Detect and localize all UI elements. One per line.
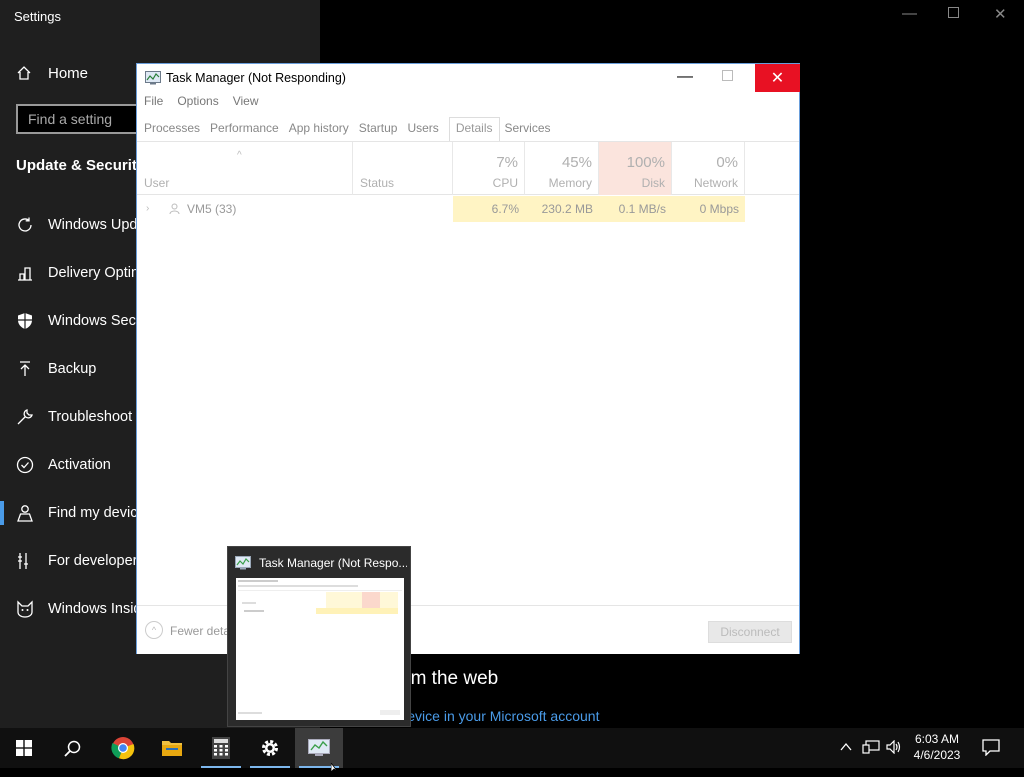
task-manager-app-icon [235, 556, 251, 575]
column-header-user[interactable]: User [137, 142, 353, 195]
column-label: Memory [548, 176, 592, 190]
disk-total: 100% [626, 154, 665, 171]
shield-icon [16, 312, 34, 330]
sidebar-item-label: Activation [48, 457, 111, 473]
person-pin-icon [16, 504, 34, 522]
volume-icon[interactable] [886, 739, 902, 759]
column-label: CPU [492, 176, 518, 190]
menu-file[interactable]: File [144, 94, 163, 114]
chrome-icon [111, 737, 135, 760]
related-web-heading: om the web [400, 668, 499, 689]
sidebar-item-label: Backup [48, 361, 97, 377]
taskbar-file-explorer[interactable] [148, 728, 196, 768]
column-header-network[interactable]: 0% Network [672, 142, 745, 195]
task-manager-app-icon [145, 71, 161, 90]
column-header-disk[interactable]: 100% Disk [599, 142, 672, 195]
menu-bar: File Options View [137, 94, 259, 114]
task-manager-icon [308, 739, 330, 756]
restore-button[interactable] [948, 7, 959, 18]
settings-window-controls: — ✕ [880, 0, 1024, 32]
taskbar-clock[interactable]: 6:03 AM 4/6/2023 [902, 731, 972, 763]
mouse-cursor [330, 759, 341, 777]
taskbar-thumbnail-preview[interactable]: Task Manager (Not Respo... [227, 546, 411, 727]
tab-app-history[interactable]: App history [289, 117, 354, 141]
backup-arrow-icon [16, 360, 34, 378]
search-icon [63, 740, 80, 757]
sidebar-item-label: Find my device [48, 505, 146, 521]
tab-services[interactable]: Services [505, 117, 556, 141]
show-hidden-icons-chevron-icon[interactable] [840, 740, 852, 758]
tab-processes[interactable]: Processes [144, 117, 205, 141]
cat-icon [16, 600, 34, 618]
minimize-button[interactable]: — [902, 5, 917, 22]
row-disk: 0.1 MB/s [599, 196, 672, 222]
clock-time: 6:03 AM [914, 732, 960, 746]
row-cpu: 6.7% [453, 196, 525, 222]
column-label: Disk [641, 176, 665, 190]
preview-title: Task Manager (Not Respo... [259, 556, 407, 570]
task-manager-title: Task Manager (Not Responding) [166, 71, 346, 85]
refresh-icon [16, 216, 34, 234]
taskbar-calculator[interactable] [197, 728, 245, 768]
section-title: Update & Security [16, 157, 146, 174]
network-icon[interactable] [862, 740, 880, 759]
column-header-memory[interactable]: 45% Memory [525, 142, 599, 195]
expand-chevron-icon[interactable]: › [146, 196, 149, 222]
network-total: 0% [716, 154, 738, 171]
preview-thumbnail-image [236, 578, 404, 720]
table-header: User Status 7% CPU 45% Memory 100% Disk … [137, 142, 799, 195]
row-memory: 230.2 MB [525, 196, 599, 222]
menu-view[interactable]: View [233, 94, 259, 114]
start-button[interactable] [0, 728, 48, 768]
column-label: Status [360, 176, 395, 190]
sidebar-item-label: For developers [48, 553, 145, 569]
table-row[interactable]: › VM5 (33) 6.7% 230.2 MB 0.1 MB/s 0 Mbps [137, 196, 799, 222]
file-explorer-icon [162, 741, 182, 756]
column-header-cpu[interactable]: 7% CPU [453, 142, 525, 195]
row-network: 0 Mbps [672, 196, 745, 222]
start-icon [16, 740, 32, 756]
minimize-button[interactable]: — [677, 68, 693, 86]
taskbar-chrome[interactable] [99, 728, 147, 768]
memory-total: 45% [561, 154, 592, 171]
row-user: VM5 (33) [187, 202, 237, 216]
clock-date: 4/6/2023 [913, 748, 961, 762]
menu-options[interactable]: Options [177, 94, 218, 114]
home-label: Home [48, 64, 89, 82]
delivery-icon [16, 264, 34, 282]
tab-bar: Processes Performance App history Startu… [137, 117, 561, 141]
taskbar-settings[interactable] [246, 728, 294, 768]
column-label: Network [693, 176, 738, 190]
disconnect-button[interactable]: Disconnect [708, 621, 792, 643]
task-manager-titlebar[interactable]: Task Manager (Not Responding) — ✕ [137, 64, 800, 92]
tab-details[interactable]: Details [448, 117, 500, 141]
sidebar-item-label: Troubleshoot [48, 409, 133, 425]
home-icon [17, 66, 31, 80]
settings-gear-icon [262, 740, 278, 756]
wrench-icon [16, 408, 34, 426]
taskbar-search-button[interactable] [48, 728, 96, 768]
developer-tools-icon [16, 552, 34, 570]
cpu-total: 7% [496, 154, 518, 171]
close-button[interactable]: ✕ [994, 5, 1007, 23]
calculator-icon [212, 737, 230, 759]
tab-performance[interactable]: Performance [210, 117, 284, 141]
user-icon [169, 203, 180, 217]
column-label: User [144, 176, 170, 190]
tab-startup[interactable]: Startup [359, 117, 403, 141]
maximize-button[interactable] [722, 70, 733, 81]
check-circle-icon [16, 456, 34, 474]
notification-center-icon[interactable] [982, 739, 1000, 761]
settings-window-title: Settings [14, 9, 61, 24]
tab-users[interactable]: Users [407, 117, 443, 141]
collapse-chevron-icon[interactable]: ^ [145, 621, 163, 639]
close-button[interactable]: ✕ [755, 64, 800, 92]
close-icon: ✕ [770, 70, 785, 87]
home-nav-item[interactable]: Home [16, 62, 88, 84]
column-header-status[interactable]: Status [353, 142, 453, 195]
